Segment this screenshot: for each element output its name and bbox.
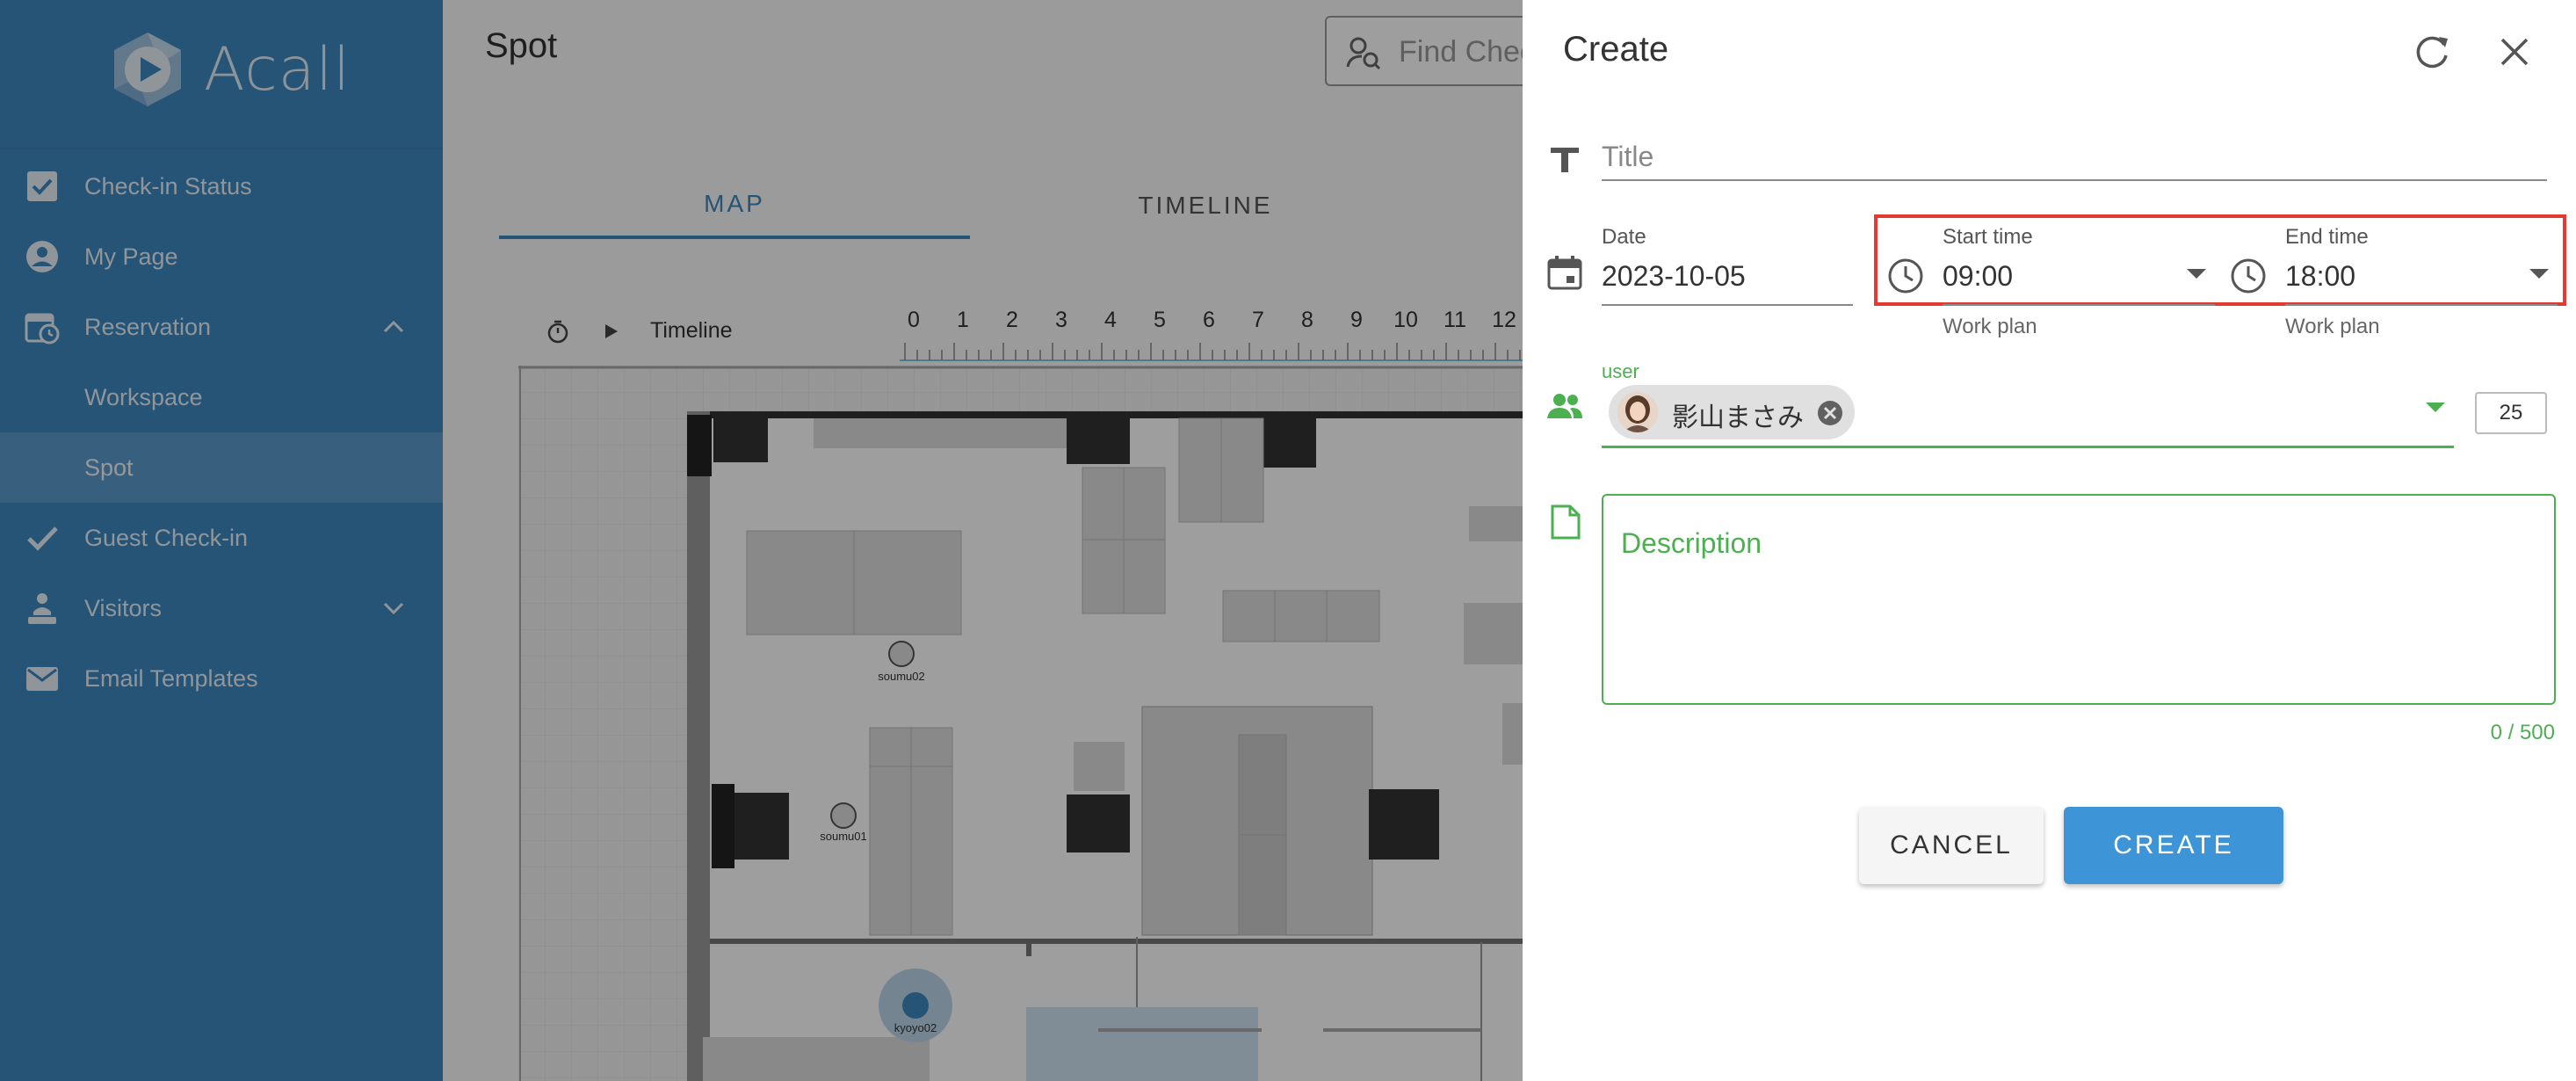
sidebar-item-visitors[interactable]: Visitors	[0, 573, 443, 643]
people-icon	[1547, 394, 1582, 418]
user-select[interactable]: 影山まさみ	[1602, 381, 2454, 448]
checkbox-icon	[27, 171, 57, 201]
sidebar-item-label: Check-in Status	[84, 172, 252, 200]
user-chip-name: 影山まさみ	[1672, 403, 1804, 432]
sidebar-item-label: Visitors	[84, 594, 163, 621]
play-icon[interactable]	[597, 318, 624, 345]
create-reservation-dialog: Create Title Date 2023-10-05 Start time …	[1523, 0, 2576, 1081]
sidebar-item-label: Spot	[84, 453, 134, 481]
end-time-hint: Work plan	[2285, 315, 2380, 338]
person-search-icon	[1346, 37, 1381, 70]
tab-map[interactable]: MAP	[499, 172, 970, 239]
sidebar-item-workspace[interactable]: Workspace	[0, 362, 443, 432]
start-time-select[interactable]: Start time 09:00	[1943, 225, 2215, 306]
clock-icon	[1888, 258, 1923, 294]
view-tabs: MAP TIMELINE	[499, 172, 1523, 243]
user-label: user	[1602, 360, 1639, 382]
timeline-hour: 3	[1055, 308, 1067, 332]
mail-icon	[26, 667, 58, 691]
sidebar-item-email-templates[interactable]: Email Templates	[0, 643, 443, 714]
chip-remove-icon[interactable]	[1816, 399, 1844, 427]
calendar-clock-icon	[25, 313, 60, 345]
refresh-icon[interactable]	[2410, 30, 2454, 74]
clock-icon	[2231, 258, 2266, 294]
sidebar-item-guest-check-in[interactable]: Guest Check-in	[0, 503, 443, 573]
cancel-button[interactable]: CANCEL	[1859, 807, 2044, 884]
timeline-hour: 11	[1444, 308, 1466, 332]
timeline-slider[interactable]	[900, 339, 1532, 362]
seat-label-kyoyo02: kyoyo02	[894, 1021, 937, 1034]
chevron-up-icon[interactable]	[381, 315, 406, 339]
text-format-icon	[1551, 148, 1579, 172]
tab-timeline[interactable]: TIMELINE	[970, 172, 1441, 239]
description-char-count: 0 / 500	[2490, 721, 2555, 744]
check-icon	[27, 526, 58, 551]
dialog-title: Create	[1563, 30, 1669, 69]
description-placeholder: Description	[1621, 527, 1762, 559]
timeline-hour: 1	[957, 308, 969, 332]
seat-label-soumu02: soumu02	[878, 670, 924, 683]
sidebar-item-label: Workspace	[84, 383, 203, 410]
close-icon[interactable]	[2494, 32, 2535, 72]
page-title: Spot	[485, 26, 558, 65]
timeline-hour: 4	[1104, 308, 1117, 332]
timeline-hour: 12	[1492, 308, 1516, 332]
title-input[interactable]: Title	[1602, 141, 2547, 181]
timeline-hour: 9	[1350, 308, 1363, 332]
timeline-hour: 8	[1301, 308, 1313, 332]
dropdown-caret-icon[interactable]	[2187, 269, 2206, 279]
sidebar-divider	[0, 148, 443, 149]
acall-logo-icon	[114, 33, 181, 106]
sidebar-item-my-page[interactable]: My Page	[0, 221, 443, 292]
sidebar-item-spot[interactable]: Spot	[0, 432, 443, 503]
calendar-icon	[1547, 256, 1582, 290]
start-time-label: Start time	[1943, 225, 2033, 249]
timeline-hour: 7	[1252, 308, 1264, 332]
visitor-icon	[28, 593, 56, 624]
sidebar-item-label: My Page	[84, 243, 178, 270]
sidebar-item-reservation[interactable]: Reservation	[0, 292, 443, 362]
timeline-hour: 2	[1006, 308, 1018, 332]
account-circle-icon	[26, 241, 58, 272]
sidebar-item-label: Guest Check-in	[84, 524, 249, 551]
stopwatch-icon[interactable]	[545, 318, 571, 345]
date-label: Date	[1602, 225, 1646, 249]
create-button[interactable]: CREATE	[2064, 807, 2283, 884]
description-textarea[interactable]: Description	[1602, 494, 2556, 705]
timeline-hour: 6	[1203, 308, 1215, 332]
note-icon	[1551, 504, 1581, 540]
end-time-select[interactable]: End time 18:00	[2285, 225, 2558, 306]
find-input-text: Find Chec	[1399, 35, 1535, 69]
seat-label-soumu01: soumu01	[820, 830, 866, 843]
timeline-hour: 10	[1393, 308, 1418, 332]
sidebar-item-label: Reservation	[84, 313, 212, 340]
dropdown-caret-icon[interactable]	[2529, 269, 2549, 279]
floor-map[interactable]: soumu02 soumu01 kyoyo02	[518, 366, 1523, 1081]
user-avatar	[1617, 392, 1658, 432]
start-time-value: 09:00	[1943, 260, 2014, 292]
start-time-hint: Work plan	[1943, 315, 2037, 338]
user-chip[interactable]: 影山まさみ	[1609, 385, 1855, 439]
timeline-hour: 5	[1154, 308, 1166, 332]
timeline-bar: Timeline 0 1 2 3 4 5 6 7 8 9 10 11 12	[539, 308, 1532, 361]
timeline-label: Timeline	[650, 318, 733, 343]
date-value: 2023-10-05	[1602, 260, 1746, 292]
title-placeholder: Title	[1602, 141, 1654, 172]
sidebar: Acall Check-in Status My Page Reservatio…	[0, 0, 443, 1081]
chevron-down-icon[interactable]	[381, 596, 406, 620]
user-dropdown-caret-icon[interactable]	[2426, 403, 2445, 412]
timeline-hour: 0	[908, 308, 920, 332]
date-field[interactable]: Date 2023-10-05	[1602, 225, 1853, 306]
acall-logo[interactable]: Acall	[107, 30, 351, 109]
sidebar-item-check-in-status[interactable]: Check-in Status	[0, 151, 443, 221]
end-time-value: 18:00	[2285, 260, 2356, 292]
end-time-label: End time	[2285, 225, 2369, 249]
user-count[interactable]: 25	[2475, 392, 2547, 434]
logo-text: Acall	[204, 34, 351, 105]
sidebar-item-label: Email Templates	[84, 664, 258, 692]
